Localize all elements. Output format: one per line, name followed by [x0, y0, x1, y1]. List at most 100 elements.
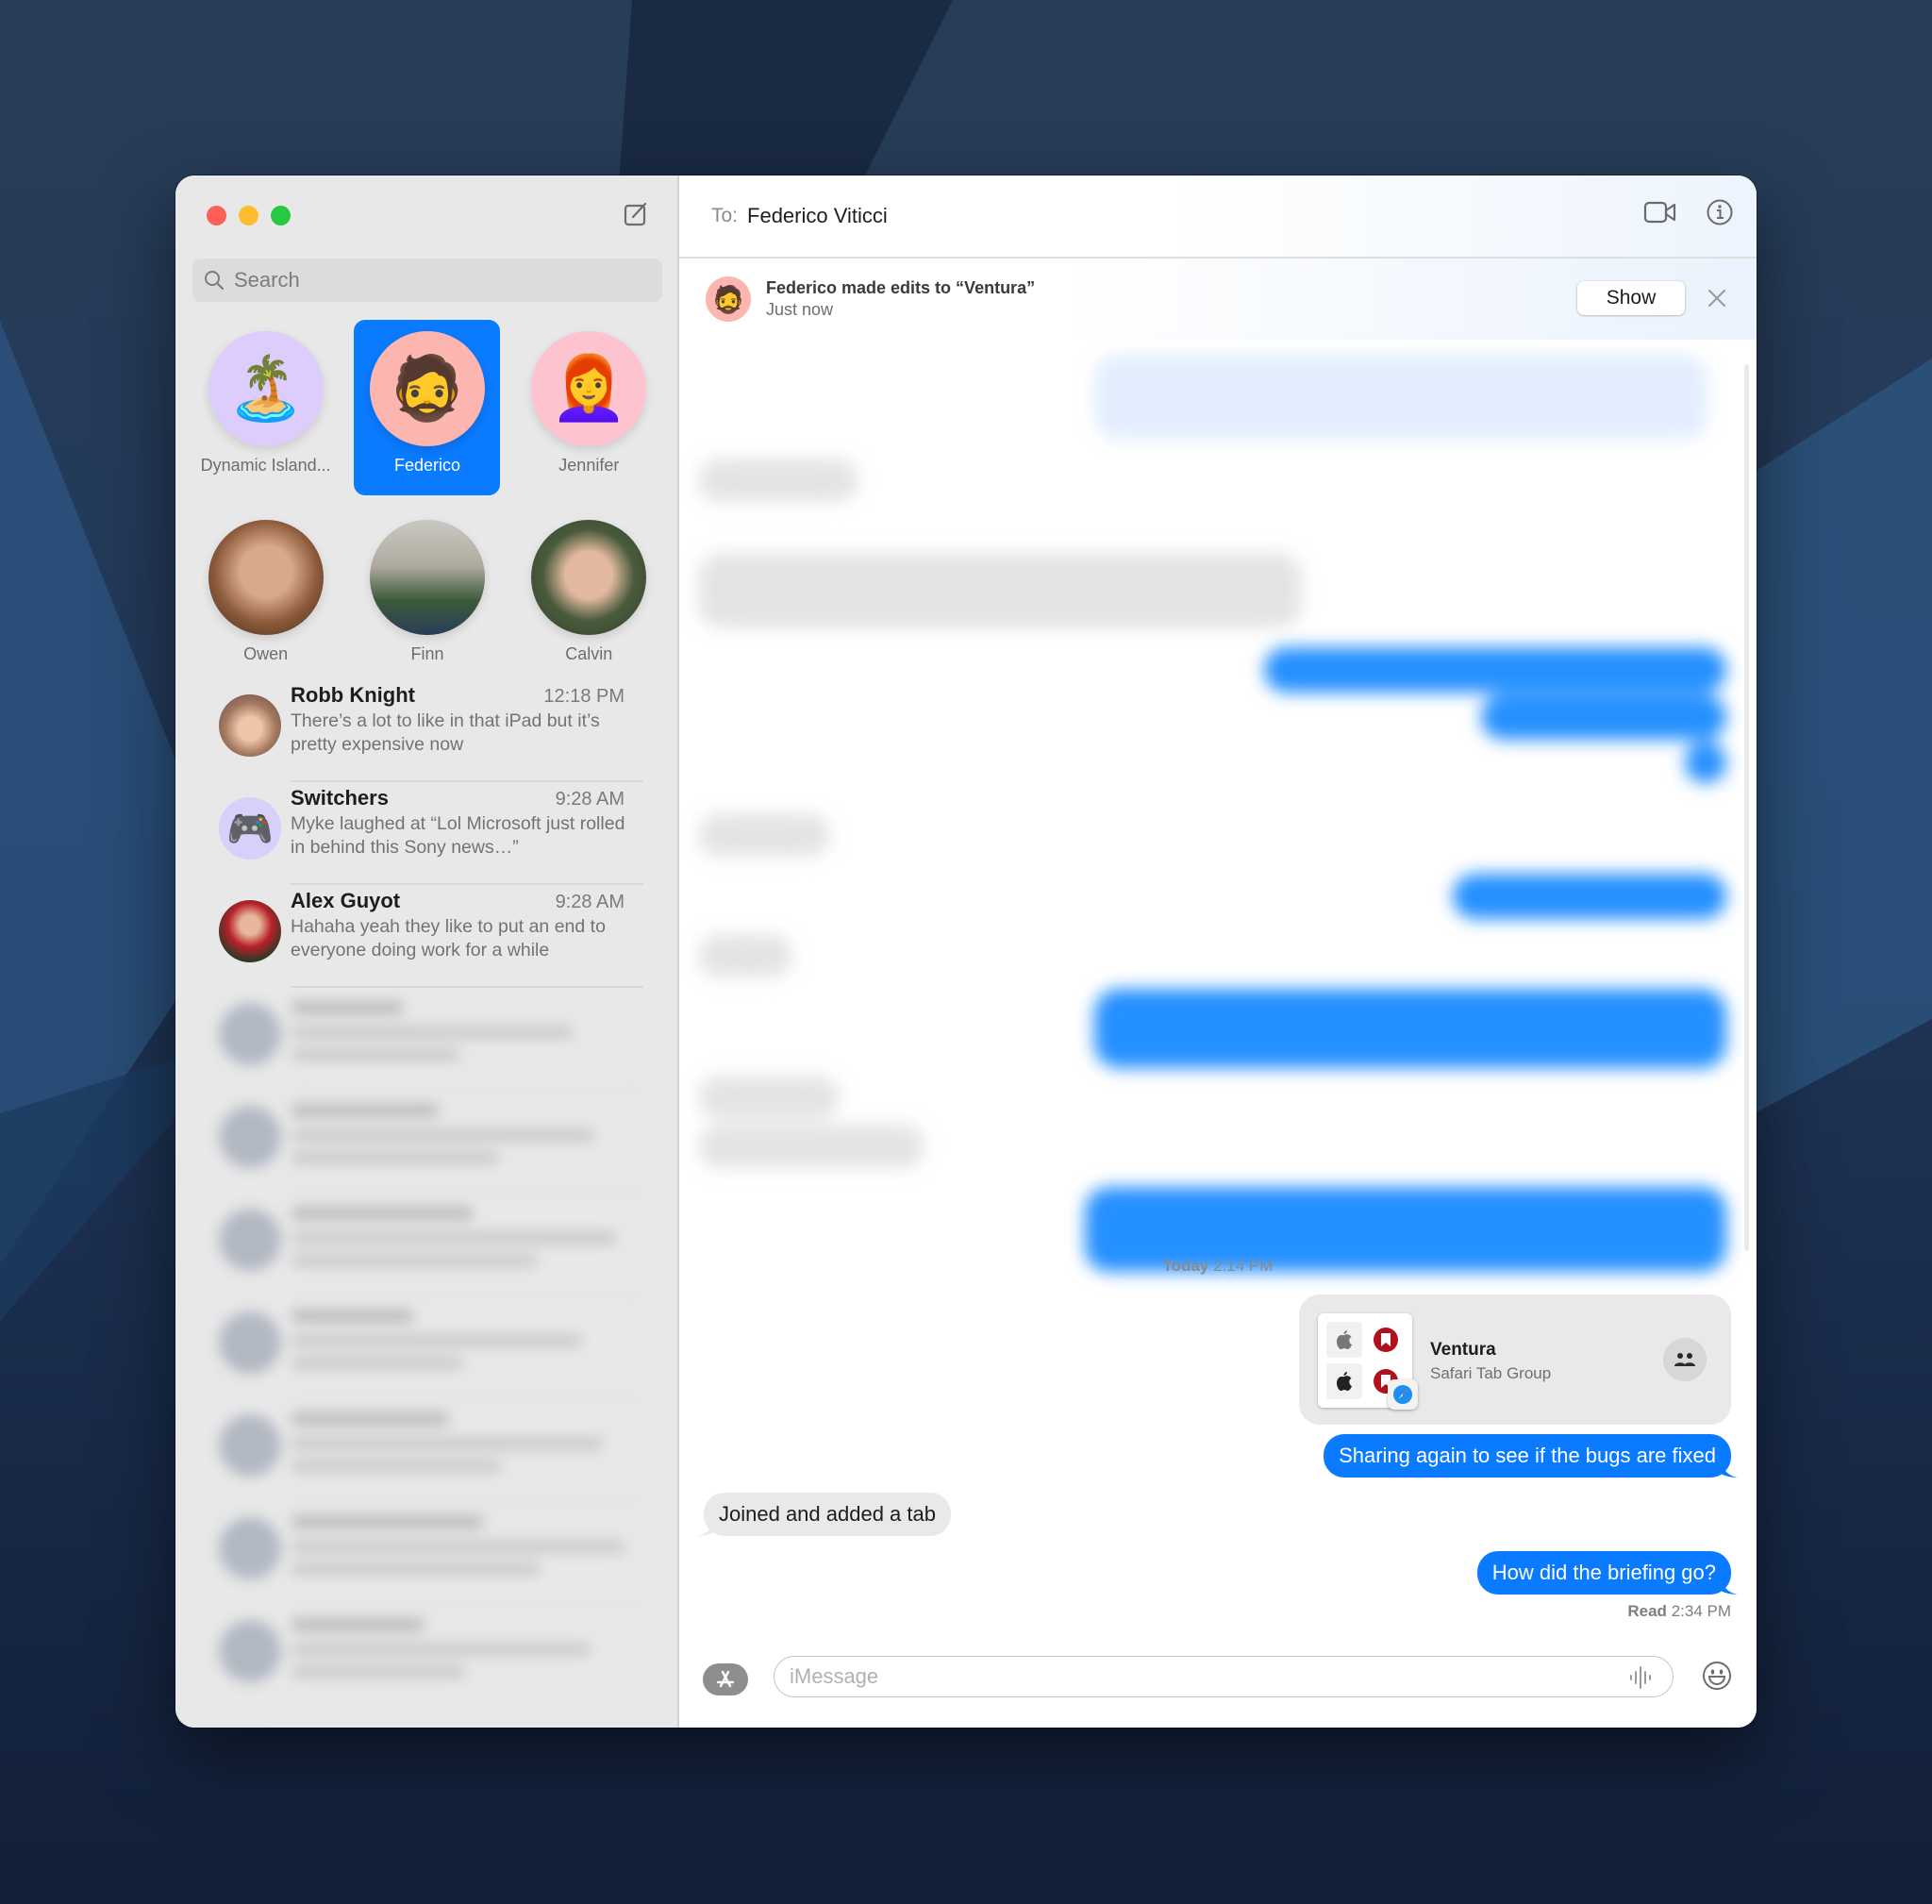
info-icon[interactable] — [1706, 198, 1734, 226]
pinned-dynamic-island[interactable]: 🏝️ Dynamic Island... — [185, 320, 346, 495]
search-icon — [205, 271, 225, 291]
to-label: To: — [711, 205, 739, 226]
sidebar: Search 🏝️ Dynamic Island... 🧔 Federico 👩… — [175, 175, 679, 1728]
timestamp-day: Today — [1162, 1257, 1209, 1275]
conversation-time: 9:28 AM — [555, 789, 625, 810]
game-controller-icon: 🎮 — [219, 797, 281, 860]
conversation-alex-guyot[interactable]: Alex Guyot 9:28 AM Hahaha yeah they like… — [175, 885, 677, 988]
conversation-blurred[interactable] — [175, 1194, 677, 1296]
blurred-conversations — [175, 988, 677, 1708]
message-timestamp: Today 2:14 PM — [679, 1257, 1757, 1276]
pinned-name: Calvin — [565, 644, 613, 663]
close-window-button[interactable] — [207, 206, 226, 225]
banner-title: Federico made edits to “Ventura” — [766, 278, 1036, 297]
message-bubble-incoming[interactable]: Joined and added a tab — [704, 1493, 951, 1536]
conversation-blurred[interactable] — [175, 988, 677, 1091]
avatar — [219, 694, 281, 757]
imessage-input[interactable] — [774, 1656, 1674, 1697]
conversation-blurred[interactable] — [175, 1296, 677, 1399]
card-subtitle: Safari Tab Group — [1430, 1364, 1552, 1382]
avatar — [369, 520, 485, 635]
pinned-name: Jennifer — [558, 456, 620, 475]
emoji-icon[interactable] — [1702, 1661, 1732, 1691]
avatar — [219, 1414, 281, 1477]
wallpaper-shape — [1755, 359, 1932, 1113]
pinned-owen[interactable]: Owen — [185, 509, 346, 684]
people-icon — [1674, 1353, 1695, 1366]
show-button[interactable]: Show — [1577, 281, 1685, 315]
conversation-name: Alex Guyot — [291, 889, 401, 912]
blurred-message-history — [698, 355, 1738, 1272]
conversation-pane: To: Federico Viticci 🧔 Federico made edi… — [679, 175, 1757, 1728]
compose-icon — [624, 202, 647, 226]
recipient-name[interactable]: Federico Viticci — [747, 204, 888, 228]
pinned-name: Dynamic Island... — [200, 456, 331, 475]
search-placeholder: Search — [234, 268, 300, 292]
app-store-icon — [716, 1670, 735, 1688]
pinned-name: Owen — [243, 644, 289, 663]
palm-tree-island-icon: 🏝️ — [208, 331, 324, 446]
card-title: Ventura — [1430, 1340, 1496, 1360]
conversation-blurred[interactable] — [175, 1399, 677, 1502]
bookmark-icon — [1368, 1322, 1404, 1358]
conversation-blurred[interactable] — [175, 1502, 677, 1605]
timestamp-time: 2:14 PM — [1213, 1257, 1274, 1275]
conversation-preview: Hahaha yeah they like to put an end to e… — [291, 916, 606, 960]
app-store-button[interactable] — [703, 1663, 748, 1695]
avatar — [219, 1003, 281, 1065]
conversation-robb-knight[interactable]: Robb Knight 12:18 PM There’s a lot to li… — [175, 679, 677, 782]
avatar — [219, 900, 281, 962]
avatar — [219, 1517, 281, 1579]
compose-button[interactable] — [623, 200, 651, 228]
conversation-blurred[interactable] — [175, 1091, 677, 1194]
conversation-time: 9:28 AM — [555, 892, 625, 912]
safari-tab-group-card[interactable]: Ventura Safari Tab Group — [1299, 1294, 1731, 1425]
recipient-bar: To: Federico Viticci — [679, 175, 1757, 259]
avatar — [219, 1209, 281, 1271]
close-icon[interactable] — [1706, 287, 1728, 309]
search-field[interactable]: Search — [192, 259, 662, 302]
avatar — [219, 1620, 281, 1682]
audio-waveform-icon[interactable] — [1628, 1665, 1653, 1690]
minimize-window-button[interactable] — [239, 206, 258, 225]
avatar: 👩‍🦰 — [531, 331, 647, 446]
message-bubble-outgoing[interactable]: How did the briefing go? — [1476, 1551, 1731, 1595]
messages-window: Search 🏝️ Dynamic Island... 🧔 Federico 👩… — [175, 175, 1757, 1728]
read-receipt: Read 2:34 PM — [1627, 1602, 1731, 1621]
conversation-time: 12:18 PM — [543, 686, 625, 707]
read-time: 2:34 PM — [1671, 1602, 1731, 1620]
pinned-name: Finn — [410, 644, 444, 663]
banner-subtitle: Just now — [766, 300, 834, 319]
scrollbar[interactable] — [1744, 364, 1749, 1251]
conversation-name: Robb Knight — [291, 683, 415, 707]
pinned-federico[interactable]: 🧔 Federico — [354, 320, 501, 495]
avatar: 🧔 — [706, 276, 751, 322]
pinned-conversations: 🏝️ Dynamic Island... 🧔 Federico 👩‍🦰 Jenn… — [185, 320, 670, 684]
window-controls — [207, 206, 291, 225]
pinned-name: Federico — [393, 456, 460, 475]
conversation-blurred[interactable] — [175, 1605, 677, 1708]
conversation-preview: There’s a lot to like in that iPad but i… — [291, 710, 600, 755]
conversation-list: Robb Knight 12:18 PM There’s a lot to li… — [175, 679, 677, 1708]
message-bubble-outgoing[interactable]: Sharing again to see if the bugs are fix… — [1324, 1434, 1731, 1478]
conversation-switchers[interactable]: 🎮 Switchers 9:28 AM Myke laughed at “Lol… — [175, 782, 677, 885]
pinned-finn[interactable]: Finn — [346, 509, 508, 684]
apple-logo-icon — [1326, 1322, 1362, 1358]
read-label: Read — [1627, 1602, 1667, 1620]
collaborators-button[interactable] — [1663, 1338, 1707, 1381]
avatar — [219, 1311, 281, 1374]
safari-compass-icon — [1388, 1379, 1418, 1410]
collaboration-banner: 🧔 Federico made edits to “Ventura” Just … — [679, 259, 1757, 340]
avatar — [219, 1106, 281, 1168]
pinned-jennifer[interactable]: 👩‍🦰 Jennifer — [508, 320, 670, 495]
pinned-calvin[interactable]: Calvin — [508, 509, 670, 684]
facetime-video-icon[interactable] — [1643, 200, 1677, 225]
composer — [679, 1643, 1757, 1728]
conversation-name: Switchers — [291, 786, 389, 810]
avatar: 🧔 — [369, 331, 485, 446]
avatar — [531, 520, 647, 635]
apple-logo-icon — [1326, 1363, 1362, 1399]
zoom-window-button[interactable] — [271, 206, 291, 225]
conversation-preview: Myke laughed at “Lol Microsoft just roll… — [291, 813, 625, 858]
avatar — [208, 520, 324, 635]
